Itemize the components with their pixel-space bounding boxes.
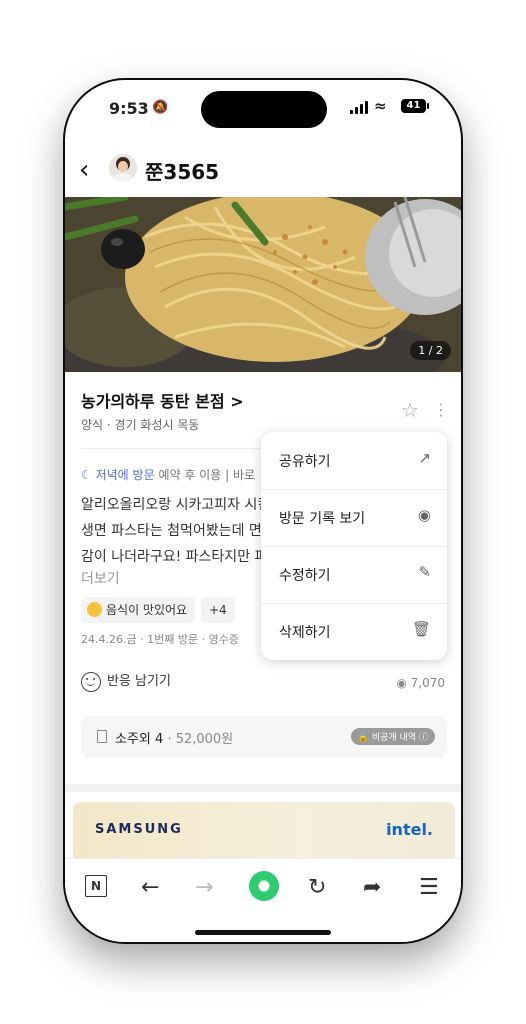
silent-bell-icon: 🔕 — [152, 100, 169, 115]
green-dot-icon[interactable] — [249, 871, 279, 901]
forward-arrow-icon[interactable]: → — [195, 875, 213, 900]
naver-n-icon[interactable]: N — [85, 875, 107, 897]
tag-label: 음식이 맛있어요 — [106, 603, 188, 617]
phone-frame: 9:53 🔕 ≈ 41 ‹ 쭌3565 1 / 2 농가의하루 동탄 본점 > … — [63, 78, 463, 944]
context-menu: 공유하기 ↗ 방문 기록 보기 ◉ 수정하기 ✎ 삭제하기 🗑 — [261, 432, 447, 660]
home-indicator — [195, 930, 331, 935]
react-button[interactable]: 반응 남기기 — [81, 670, 171, 694]
avatar[interactable] — [109, 154, 137, 182]
share-icon: ↗ — [418, 449, 431, 467]
menu-item-edit[interactable]: 수정하기 ✎ — [261, 546, 447, 604]
pencil-icon: ✎ — [418, 563, 431, 581]
place-name-link[interactable]: 농가의하루 동탄 본점 > — [81, 388, 244, 412]
browser-toolbar: N ← → ↻ ➦ ☰ — [65, 858, 461, 942]
menu-item-delete[interactable]: 삭제하기 🗑 — [261, 603, 447, 660]
wifi-icon: ≈ — [374, 97, 387, 115]
receipt-icon — [97, 730, 107, 743]
view-count: ◉ 7,070 — [396, 676, 445, 690]
menu-label: 공유하기 — [279, 454, 331, 470]
star-icon[interactable]: ☆ — [401, 398, 419, 422]
hamburger-menu-icon[interactable]: ☰ — [419, 875, 439, 900]
moon-icon: ☾ — [81, 468, 92, 482]
battery-icon: 41 — [401, 99, 429, 113]
keyword-tag[interactable]: 음식이 맛있어요 — [81, 597, 196, 623]
review-photo[interactable]: 1 / 2 — [65, 197, 461, 372]
place-category: 양식 · 경기 화성시 목동 — [81, 418, 200, 432]
back-arrow-icon[interactable]: ← — [141, 875, 159, 900]
receipt-item: 소주외 4 — [115, 732, 164, 747]
visit-time: 저녁에 방문 — [95, 468, 155, 482]
photo-counter: 1 / 2 — [410, 341, 451, 360]
private-badge[interactable]: 🔒 비공개 내역 ⓘ — [350, 728, 435, 745]
more-vertical-icon[interactable]: ⋮ — [433, 400, 449, 419]
share-arrow-icon[interactable]: ➦ — [363, 875, 381, 900]
menu-label: 방문 기록 보기 — [279, 511, 366, 527]
location-pin-icon: ◉ — [417, 506, 431, 524]
app-header: ‹ 쭌3565 — [65, 150, 461, 194]
cellular-signal-icon — [350, 101, 368, 114]
views-value: 7,070 — [410, 676, 445, 690]
menu-label: 수정하기 — [279, 568, 331, 584]
more-link[interactable]: 더보기 — [81, 568, 120, 588]
review-meta: 24.4.26.금 · 1번째 방문 · 영수증 — [81, 633, 239, 646]
menu-item-share[interactable]: 공유하기 ↗ — [261, 432, 447, 490]
receipt-summary: 소주외 4 · 52,000원 — [115, 728, 233, 747]
samsung-logo: SAMSUNG — [95, 822, 183, 837]
status-time: 9:53 — [109, 99, 149, 118]
back-chevron-icon[interactable]: ‹ — [79, 155, 89, 185]
trash-icon: 🗑 — [411, 620, 431, 638]
menu-item-visit-history[interactable]: 방문 기록 보기 ◉ — [261, 489, 447, 547]
emoji-icon — [87, 602, 102, 617]
eye-icon: ◉ — [396, 676, 407, 690]
username[interactable]: 쭌3565 — [145, 156, 219, 185]
smile-icon — [81, 671, 101, 692]
menu-label: 삭제하기 — [279, 625, 331, 641]
screen: 9:53 🔕 ≈ 41 ‹ 쭌3565 1 / 2 농가의하루 동탄 본점 > … — [65, 80, 461, 942]
visit-meta: 예약 후 이용 | 바로 — [158, 468, 256, 482]
section-gap — [65, 784, 461, 792]
keyword-more-tag[interactable]: +4 — [201, 597, 235, 623]
status-bar: 9:53 🔕 ≈ 41 — [65, 97, 461, 121]
receipt-box[interactable]: 소주외 4 · 52,000원 🔒 비공개 내역 ⓘ — [81, 716, 447, 758]
intel-logo: intel. — [386, 820, 433, 839]
visit-info: ☾ 저녁에 방문 예약 후 이용 | 바로 — [81, 466, 255, 483]
receipt-price: · 52,000원 — [167, 732, 234, 747]
react-label: 반응 남기기 — [107, 674, 171, 689]
refresh-icon[interactable]: ↻ — [308, 875, 326, 900]
pasta-image — [65, 197, 461, 372]
private-label: 비공개 내역 — [371, 733, 417, 743]
